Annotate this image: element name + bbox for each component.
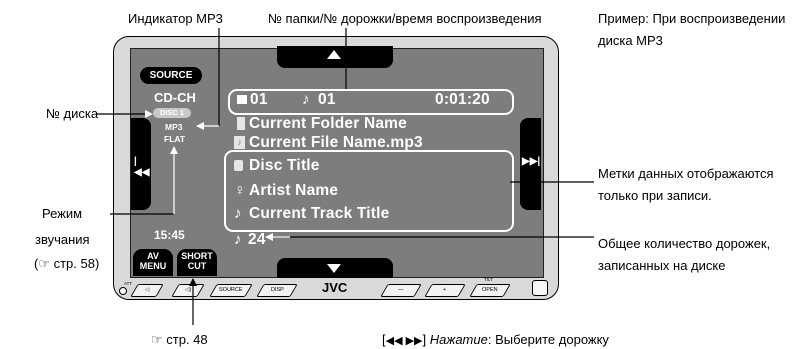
leader-lines — [97, 28, 594, 325]
